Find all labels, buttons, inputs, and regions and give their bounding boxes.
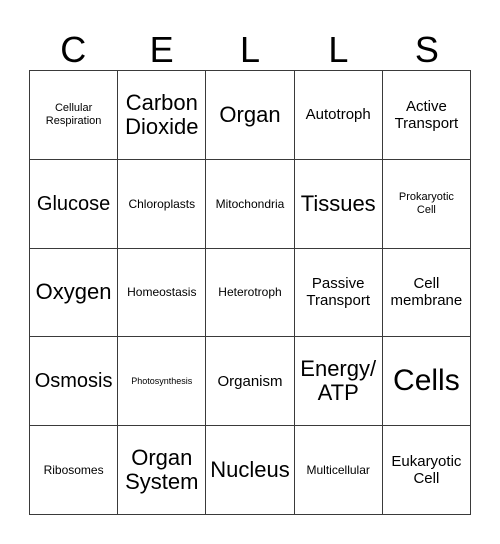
bingo-cell-label: Photosynthesis <box>131 375 193 386</box>
bingo-header-row: C E L L S <box>29 22 471 70</box>
bingo-cell-label: Active Transport <box>394 97 459 132</box>
bingo-cell-label: Mitochondria <box>215 196 285 211</box>
bingo-cell-label: Cells <box>393 364 460 398</box>
bingo-cell-r1-c3[interactable]: Organ <box>206 71 295 160</box>
bingo-cell-label: Cell membrane <box>390 275 463 310</box>
bingo-card-page: C E L L S Cellular Respiration Carbon Dio… <box>0 0 500 544</box>
bingo-cell-r2-c2[interactable]: Chloroplasts <box>118 159 207 249</box>
bingo-cell-label: Oxygen <box>35 279 112 305</box>
bingo-cell-label: Carbon Dioxide <box>125 89 199 139</box>
bingo-cell-r4-c5[interactable]: Cells <box>382 337 471 427</box>
bingo-cell-r3-c2[interactable]: Homeostasis <box>118 248 207 338</box>
bingo-cell-label: Chloroplasts <box>128 196 196 211</box>
header-letter-1: C <box>60 29 87 70</box>
bingo-cell-r2-c1[interactable]: Glucose <box>30 159 119 249</box>
bingo-cell-label: Tissues <box>300 190 376 216</box>
bingo-cell-label: Heterotroph <box>218 285 282 300</box>
bingo-cell-r4-c1[interactable]: Osmosis <box>30 337 119 427</box>
bingo-cell-r5-c3[interactable]: Nucleus <box>206 426 295 515</box>
bingo-cell-label: Prokaryotic Cell <box>398 190 454 216</box>
bingo-cell-r1-c4[interactable]: Autotroph <box>294 71 383 160</box>
bingo-cell-r5-c2[interactable]: Organ System <box>118 426 207 515</box>
bingo-cell-label: Nucleus <box>210 457 290 483</box>
bingo-cell-r3-c1[interactable]: Oxygen <box>30 248 119 338</box>
bingo-cell-r5-c4[interactable]: Multicellular <box>294 426 383 515</box>
bingo-cell-label: Multicellular <box>306 463 370 478</box>
bingo-cell-r1-c1[interactable]: Cellular Respiration <box>30 71 119 160</box>
bingo-cell-label: Passive Transport <box>306 275 371 310</box>
bingo-cell-label: Glucose <box>36 192 111 215</box>
bingo-cell-label: Homeostasis <box>127 285 197 300</box>
bingo-cell-label: Energy/ ATP <box>300 356 377 406</box>
header-letter-5: S <box>414 29 439 70</box>
header-letter-2: E <box>149 29 174 70</box>
bingo-cell-r4-c3[interactable]: Organism <box>206 337 295 427</box>
bingo-cell-r3-c5[interactable]: Cell membrane <box>382 248 471 338</box>
bingo-cell-label: Osmosis <box>34 370 113 393</box>
bingo-grid: Cellular Respiration Carbon Dioxide Organ A… <box>29 70 471 515</box>
header-letter-4: L <box>328 29 349 70</box>
bingo-cell-r1-c2[interactable]: Carbon Dioxide <box>118 71 207 160</box>
bingo-cell-r3-c4[interactable]: Passive Transport <box>294 248 383 338</box>
bingo-cell-r1-c5[interactable]: Active Transport <box>382 71 471 160</box>
bingo-cell-r3-c3[interactable]: Heterotroph <box>206 248 295 338</box>
bingo-cell-r5-c1[interactable]: Ribosomes <box>30 426 119 515</box>
bingo-cell-r4-c2[interactable]: Photosynthesis <box>118 337 207 427</box>
bingo-cell-r2-c5[interactable]: Prokaryotic Cell <box>382 159 471 249</box>
header-letter-3: L <box>240 29 261 70</box>
bingo-cell-label: Organ System <box>125 445 199 495</box>
bingo-cell-r2-c4[interactable]: Tissues <box>294 159 383 249</box>
bingo-cell-r4-c4[interactable]: Energy/ ATP <box>294 337 383 427</box>
bingo-cell-r2-c3[interactable]: Mitochondria <box>206 159 295 249</box>
bingo-cell-label: Organism <box>217 372 283 390</box>
bingo-cell-label: Cellular Respiration <box>45 101 102 127</box>
bingo-cell-label: Autotroph <box>305 106 371 124</box>
bingo-cell-label: Eukaryotic Cell <box>391 453 462 488</box>
bingo-cell-label: Organ <box>219 101 281 127</box>
bingo-cell-r5-c5[interactable]: Eukaryotic Cell <box>382 426 471 515</box>
bingo-cell-label: Ribosomes <box>43 463 104 478</box>
